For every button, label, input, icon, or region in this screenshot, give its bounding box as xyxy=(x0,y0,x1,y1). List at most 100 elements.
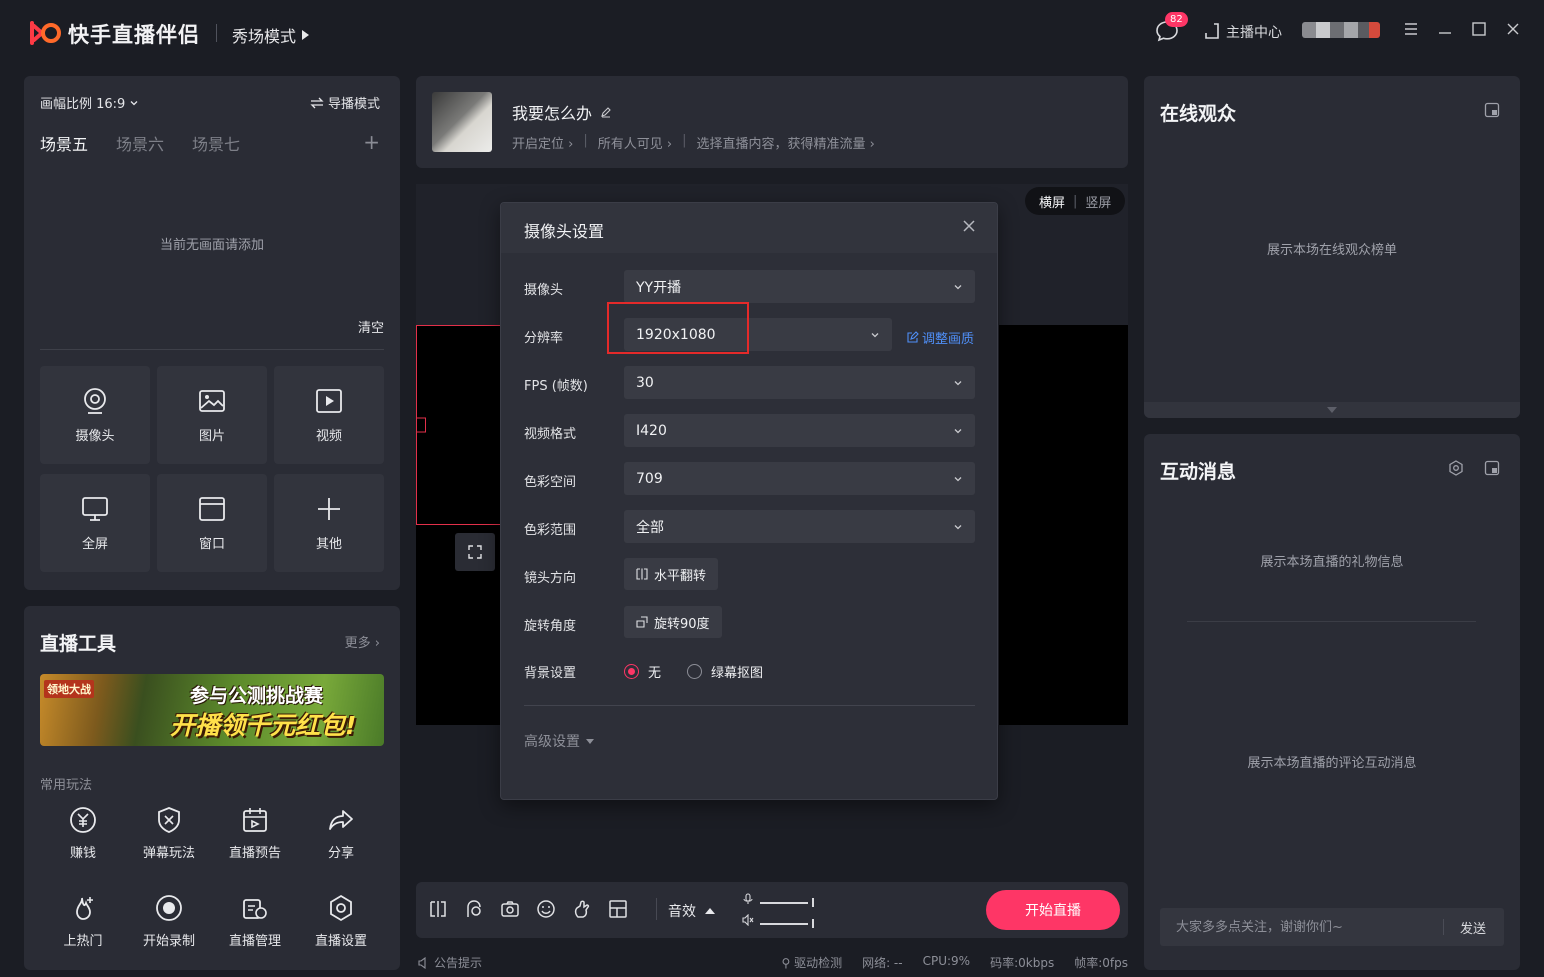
mic-volume-slider[interactable] xyxy=(744,898,814,907)
source-label: 其他 xyxy=(315,536,342,552)
mirror-icon[interactable] xyxy=(428,899,448,919)
sound-label: 音效 xyxy=(668,904,696,920)
source-fullscreen[interactable]: 全屏 xyxy=(40,474,150,572)
settings-icon[interactable] xyxy=(1448,460,1464,476)
mirror-button[interactable]: 水平翻转 xyxy=(624,558,719,590)
camera-select[interactable]: YY开播 xyxy=(624,270,975,303)
tool-earn[interactable]: 赚钱 xyxy=(40,806,126,894)
source-label: 图片 xyxy=(198,428,225,444)
screenshot-icon[interactable] xyxy=(500,899,520,919)
promo-banner[interactable]: 领地大战 参与公测挑战赛 开播领千元红包! xyxy=(40,674,384,746)
source-other[interactable]: 其他 xyxy=(274,474,384,572)
settings-icon xyxy=(330,894,352,922)
tool-settings[interactable]: 直播设置 xyxy=(298,894,384,977)
add-scene-button[interactable]: + xyxy=(363,130,380,154)
live-tools-panel: 直播工具 更多 › 领地大战 参与公测挑战赛 开播领千元红包! 常用玩法 赚钱 … xyxy=(24,606,400,970)
driver-check-link[interactable]: ⚲ 驱动检测 xyxy=(781,954,842,971)
source-camera[interactable]: 摄像头 xyxy=(40,366,150,464)
menu-icon[interactable] xyxy=(1402,20,1420,38)
source-video[interactable]: 视频 xyxy=(274,366,384,464)
messages-title: 互动消息 xyxy=(1160,461,1237,483)
guide-mode-button[interactable]: 导播模式 xyxy=(310,93,380,112)
rotate-button[interactable]: 旋转90度 xyxy=(624,606,722,638)
beauty-icon[interactable] xyxy=(464,899,484,919)
advanced-settings-toggle[interactable]: 高级设置 xyxy=(524,731,594,751)
audience-collapse-bar[interactable] xyxy=(1144,402,1520,418)
anchor-center-icon[interactable] xyxy=(1202,21,1222,41)
cover-thumbnail[interactable] xyxy=(432,92,492,152)
scene-divider xyxy=(40,349,384,350)
record-icon xyxy=(156,895,182,921)
landscape-option[interactable]: 横屏 xyxy=(1039,192,1065,211)
content-link[interactable]: 选择直播内容，获得精准流量 › xyxy=(696,133,874,152)
minimize-icon[interactable] xyxy=(1436,20,1454,38)
clear-button[interactable]: 清空 xyxy=(358,317,384,336)
live-title-row[interactable]: 我要怎么办 xyxy=(512,100,612,124)
visibility-link[interactable]: 所有人可见 › xyxy=(598,133,672,152)
status-bar: 公告提示 ⚲ 驱动检测 网络: -- CPU:9% 码率:0kbps 帧率:0f… xyxy=(416,952,1128,972)
start-live-button[interactable]: 开始直播 xyxy=(986,890,1120,930)
adjust-quality-link[interactable]: 调整画质 xyxy=(906,328,974,347)
mode-selector[interactable]: 秀场模式 xyxy=(232,23,310,47)
slider-track xyxy=(760,901,808,904)
tab-scene-5[interactable]: 场景五 xyxy=(40,131,88,155)
source-image[interactable]: 图片 xyxy=(157,366,267,464)
close-icon[interactable] xyxy=(961,218,977,234)
popout-icon[interactable] xyxy=(1484,102,1500,118)
colorspace-select[interactable]: 709 xyxy=(624,462,975,495)
chevron-down-icon xyxy=(130,100,138,105)
chevron-down-icon xyxy=(954,285,962,290)
popout-icon[interactable] xyxy=(1484,460,1500,476)
tool-record[interactable]: 开始录制 xyxy=(126,894,212,977)
ratio-selector[interactable]: 画幅比例 16:9 xyxy=(40,93,139,112)
close-icon[interactable] xyxy=(1504,20,1522,38)
format-value: I420 xyxy=(636,422,667,439)
notice-link[interactable]: 公告提示 xyxy=(418,954,482,971)
maximize-icon[interactable] xyxy=(1470,20,1488,38)
colorrange-select[interactable]: 全部 xyxy=(624,510,975,543)
tab-scene-7[interactable]: 场景七 xyxy=(192,131,240,155)
layout-icon[interactable] xyxy=(608,899,628,919)
source-label: 视频 xyxy=(315,428,342,444)
slider-thumb[interactable] xyxy=(812,919,814,928)
comment-input[interactable] xyxy=(1160,908,1440,946)
more-tools-link[interactable]: 更多 › xyxy=(345,632,380,651)
driver-check-label: 驱动检测 xyxy=(794,956,843,970)
highlight-box xyxy=(607,302,749,354)
slider-thumb[interactable] xyxy=(812,898,814,907)
location-link[interactable]: 开启定位 › xyxy=(512,133,573,152)
notice-label: 公告提示 xyxy=(434,956,483,970)
anchor-center-link[interactable]: 主播中心 xyxy=(1226,22,1282,42)
framerate-status: 帧率:0fps xyxy=(1074,956,1128,970)
source-window[interactable]: 窗口 xyxy=(157,474,267,572)
app-name: 快手直播伴侣 xyxy=(68,23,200,47)
tool-manage[interactable]: 直播管理 xyxy=(212,894,298,977)
background-greenscreen-option[interactable]: 绿幕抠图 xyxy=(687,662,763,681)
tab-scene-6[interactable]: 场景六 xyxy=(116,131,164,155)
image-icon xyxy=(199,389,225,412)
send-button[interactable]: 发送 xyxy=(1460,918,1486,937)
audience-empty-hint: 展示本场在线观众榜单 xyxy=(1266,243,1397,258)
tool-danmaku[interactable]: 弹幕玩法 xyxy=(126,806,212,894)
chevron-down-icon xyxy=(954,381,962,386)
sound-effect-button[interactable]: 音效 xyxy=(668,901,716,921)
tool-label: 直播预告 xyxy=(228,846,281,861)
tool-hot[interactable]: 上热门 xyxy=(40,894,126,977)
user-avatar[interactable] xyxy=(1302,22,1380,38)
orientation-toggle: 横屏 | 竖屏 xyxy=(1025,187,1126,215)
resolution-label: 分辨率 xyxy=(524,331,564,346)
fullscreen-preview-button[interactable] xyxy=(455,533,495,571)
edit-square-icon xyxy=(907,331,919,343)
camera-value: YY开播 xyxy=(636,279,682,296)
fps-select[interactable]: 30 xyxy=(624,366,975,399)
tool-preview[interactable]: 直播预告 xyxy=(212,806,298,894)
speaker-volume-slider[interactable] xyxy=(744,919,814,928)
background-none-option[interactable]: 无 xyxy=(624,662,661,681)
sticker-icon[interactable] xyxy=(536,899,556,919)
gesture-icon[interactable] xyxy=(572,899,592,919)
tool-share[interactable]: 分享 xyxy=(298,806,384,894)
gift-empty-hint: 展示本场直播的礼物信息 xyxy=(1260,555,1404,570)
tool-label: 弹幕玩法 xyxy=(142,846,195,861)
portrait-option[interactable]: 竖屏 xyxy=(1085,192,1111,211)
format-select[interactable]: I420 xyxy=(624,414,975,447)
